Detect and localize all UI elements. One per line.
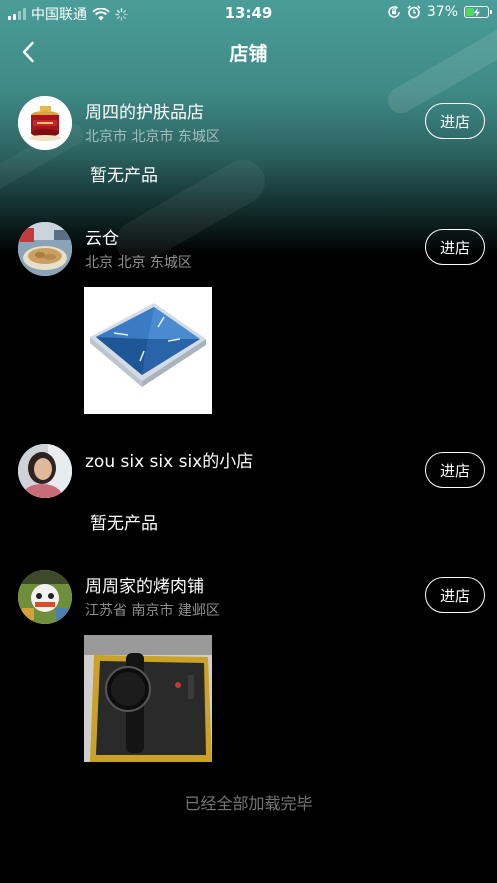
battery-percent: 37% — [426, 4, 458, 20]
screen: 中国联通 13:49 37% 店铺 周四的护肤品店 北京市 北京市 东城区 进店… — [0, 0, 497, 883]
load-complete-text: 已经全部加载完毕 — [184, 794, 313, 813]
empty-products-text: 暂无产品 — [90, 166, 158, 186]
product-image[interactable] — [84, 287, 212, 414]
status-right: 37% — [387, 4, 492, 20]
wireless-charger-image — [84, 287, 212, 414]
status-bar: 中国联通 13:49 37% — [0, 0, 497, 26]
battery-icon — [464, 6, 492, 18]
food-photo-image — [18, 222, 72, 276]
store-name[interactable]: 周周家的烤肉铺 — [85, 572, 204, 597]
person-photo-image — [18, 444, 72, 498]
charging-bolt-icon — [473, 8, 480, 17]
store-address: 北京市 北京市 东城区 — [85, 129, 220, 145]
nav-bar: 店铺 — [0, 30, 497, 74]
store-name[interactable]: 云仓 — [85, 224, 119, 249]
empty-products-text: 暂无产品 — [90, 514, 158, 534]
alarm-icon — [407, 5, 421, 19]
store-name[interactable]: zou six six six的小店 — [85, 447, 253, 472]
store-address: 江苏省 南京市 建邺区 — [85, 603, 220, 619]
store-avatar[interactable] — [18, 444, 72, 498]
product-image[interactable] — [84, 635, 212, 762]
store-address: 北京 北京 东城区 — [85, 255, 192, 271]
store-avatar[interactable] — [18, 222, 72, 276]
enter-store-button[interactable]: 进店 — [425, 452, 485, 488]
skincare-jar-image — [18, 96, 72, 150]
store-avatar[interactable] — [18, 570, 72, 624]
enter-store-button[interactable]: 进店 — [425, 577, 485, 613]
cartoon-avatar-image — [18, 570, 72, 624]
store-avatar[interactable] — [18, 96, 72, 150]
store-name[interactable]: 周四的护肤品店 — [85, 98, 204, 123]
smartwatch-box-image — [84, 635, 212, 762]
page-title: 店铺 — [229, 43, 268, 65]
enter-store-button[interactable]: 进店 — [425, 229, 485, 265]
enter-store-button[interactable]: 进店 — [425, 103, 485, 139]
orientation-lock-icon — [388, 5, 400, 18]
